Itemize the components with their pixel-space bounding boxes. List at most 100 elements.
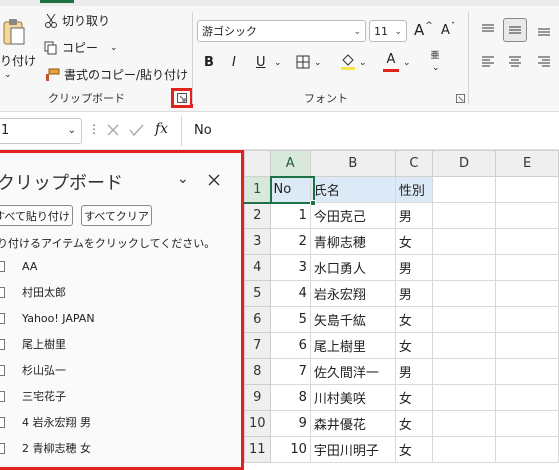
cell-e[interactable]	[495, 176, 559, 203]
cell-a[interactable]: 7	[269, 358, 311, 385]
row-header[interactable]: 9	[244, 384, 271, 411]
cell-a[interactable]: 3	[269, 254, 311, 281]
row-header[interactable]: 10	[244, 410, 271, 437]
cut-button[interactable]: 切り取り	[44, 12, 110, 29]
cell-a[interactable]: 1	[269, 202, 311, 229]
grow-font-button[interactable]: A ^	[414, 21, 433, 39]
clipboard-item[interactable]: 4 岩永宏翔 男	[0, 409, 237, 435]
cell-c[interactable]: 女	[394, 332, 433, 359]
paste-button[interactable]: 貼り付け ⌄	[0, 14, 36, 84]
close-icon[interactable]	[208, 174, 220, 186]
clipboard-dialog-launcher-icon[interactable]	[176, 93, 187, 103]
formula-input[interactable]: No	[181, 116, 559, 146]
fill-handle[interactable]	[310, 200, 316, 206]
column-header-a[interactable]: A	[269, 150, 311, 178]
cell-a[interactable]: 8	[269, 384, 311, 411]
cell-e[interactable]	[495, 280, 559, 307]
copy-button[interactable]: コピー ⌄	[44, 39, 118, 56]
row-header[interactable]: 6	[244, 306, 271, 333]
cell-e[interactable]	[495, 202, 559, 229]
font-dialog-launcher-icon[interactable]	[456, 94, 465, 103]
row-header[interactable]: 11	[244, 436, 271, 463]
clipboard-item[interactable]: 村田太郎	[0, 279, 237, 305]
cell-b[interactable]: 氏名	[309, 176, 396, 203]
underline-dropdown-icon[interactable]: ⌄	[274, 58, 282, 68]
align-bottom-icon[interactable]	[536, 22, 552, 38]
cell-b[interactable]: 岩永宏翔	[309, 280, 396, 307]
cell-a[interactable]: 4	[269, 280, 311, 307]
column-header-c[interactable]: C	[394, 150, 433, 177]
cell-d[interactable]	[431, 384, 497, 411]
row-header[interactable]: 2	[244, 202, 271, 229]
underline-button[interactable]: U	[256, 55, 266, 70]
cell-d[interactable]	[431, 410, 497, 437]
shrink-font-button[interactable]: Aˇ	[441, 22, 455, 39]
cell-d[interactable]	[431, 176, 497, 203]
cell-b[interactable]: 矢島千紘	[309, 306, 396, 333]
clear-all-button[interactable]: すべてクリア	[81, 205, 152, 226]
font-color-button[interactable]: A	[383, 52, 399, 72]
borders-dropdown-icon[interactable]: ⌄	[314, 58, 322, 68]
select-all-corner[interactable]	[244, 150, 271, 177]
font-name-dropdown[interactable]: 游ゴシック ⌄	[197, 20, 366, 42]
font-size-dropdown[interactable]: 11 ⌄	[369, 20, 407, 42]
cell-c[interactable]: 女	[394, 436, 433, 463]
format-painter-button[interactable]: 書式のコピー/貼り付け	[44, 66, 188, 83]
cell-e[interactable]	[495, 358, 559, 385]
bold-button[interactable]: B	[204, 55, 214, 70]
italic-button[interactable]: I	[232, 55, 236, 70]
row-header[interactable]: 5	[244, 280, 271, 307]
cell-e[interactable]	[495, 332, 559, 359]
cell-c[interactable]: 男	[394, 202, 433, 229]
cell-c[interactable]: 女	[394, 384, 433, 411]
more-options-icon[interactable]: ⋮	[88, 122, 100, 136]
cell-e[interactable]	[495, 410, 559, 437]
cell-e[interactable]	[495, 254, 559, 281]
clipboard-item[interactable]: 2 青柳志穂 女	[0, 435, 237, 461]
cell-b[interactable]: 宇田川明子	[309, 436, 396, 463]
column-header-b[interactable]: B	[309, 150, 396, 177]
cell-c[interactable]: 女	[394, 410, 433, 437]
cell-d[interactable]	[431, 280, 497, 307]
cell-d[interactable]	[431, 436, 497, 463]
clipboard-item[interactable]: Yahoo! JAPAN	[0, 305, 237, 331]
phonetic-dropdown-icon[interactable]: ⌄	[432, 63, 440, 73]
column-header-d[interactable]: D	[431, 150, 497, 177]
align-left-icon[interactable]	[480, 54, 496, 70]
align-top-icon[interactable]	[480, 22, 496, 38]
cell-a[interactable]: 10	[269, 436, 311, 463]
cell-a[interactable]: 9	[269, 410, 311, 437]
fill-color-icon[interactable]	[340, 53, 356, 71]
align-middle-icon[interactable]	[503, 18, 527, 42]
cell-b[interactable]: 青柳志穂	[309, 228, 396, 255]
name-box[interactable]: 1 ⌄	[0, 118, 82, 144]
cell-c[interactable]: 男	[394, 280, 433, 307]
copy-dropdown-icon[interactable]: ⌄	[110, 43, 118, 53]
confirm-entry-icon[interactable]	[129, 123, 144, 137]
cell-e[interactable]	[495, 384, 559, 411]
cell-d[interactable]	[431, 254, 497, 281]
panel-options-chevron-icon[interactable]: ⌄	[177, 171, 189, 187]
align-center-icon[interactable]	[507, 54, 523, 70]
row-header[interactable]: 1	[244, 176, 271, 204]
cell-d[interactable]	[431, 358, 497, 385]
insert-function-button[interactable]: fx	[155, 121, 168, 137]
borders-icon[interactable]	[296, 55, 310, 69]
row-header[interactable]: 7	[244, 332, 271, 359]
cell-a[interactable]: 6	[269, 332, 311, 359]
cell-a[interactable]: 2	[269, 228, 311, 255]
cancel-entry-icon[interactable]	[106, 123, 120, 137]
fill-color-dropdown-icon[interactable]: ⌄	[359, 58, 367, 68]
cell-b[interactable]: 川村美咲	[309, 384, 396, 411]
paste-all-button[interactable]: すべて貼り付け	[0, 205, 73, 226]
cell-d[interactable]	[431, 332, 497, 359]
cell-c[interactable]: 女	[394, 228, 433, 255]
row-header[interactable]: 4	[244, 254, 271, 281]
cell-d[interactable]	[431, 202, 497, 229]
cell-b[interactable]: 佐久間洋一	[309, 358, 396, 385]
cell-c[interactable]: 男	[394, 254, 433, 281]
row-header[interactable]: 3	[244, 228, 271, 255]
cell-c[interactable]: 女	[394, 306, 433, 333]
paste-dropdown-icon[interactable]: ⌄	[4, 70, 12, 80]
cell-d[interactable]	[431, 306, 497, 333]
